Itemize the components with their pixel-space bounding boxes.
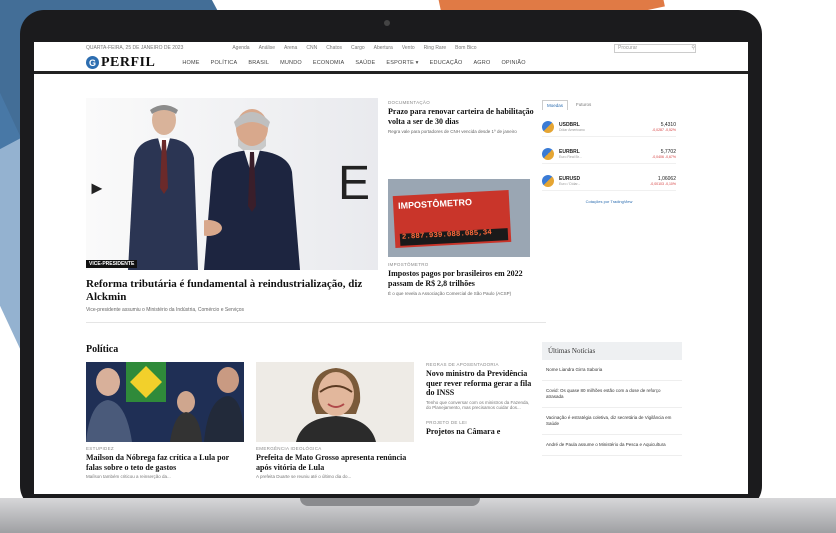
article-title[interactable]: Impostos pagos por brasileiros em 2022 p…	[388, 269, 536, 288]
hero-image[interactable]: ► E	[86, 98, 378, 270]
section-heading[interactable]: Política	[86, 344, 118, 355]
politics-card[interactable]: EMERGÊNCIA IDEOLÓGICA Prefeita de Mato G…	[256, 362, 416, 479]
nav-economia[interactable]: ECONOMIA	[313, 60, 345, 66]
tab-futuros[interactable]: Futuros	[572, 100, 595, 110]
latest-news-heading: Últimas Notícias	[542, 342, 682, 360]
latest-news: Últimas Notícias Nome Liandra Girra Sabo…	[542, 342, 682, 456]
topnav-link[interactable]: Ring Rare	[424, 45, 447, 51]
article-kicker: REGRAS DE APOSENTADORIA	[426, 362, 499, 367]
side-article[interactable]: DOCUMENTAÇÃO Prazo para renovar carteira…	[388, 100, 536, 135]
nav-saude[interactable]: SAÚDE	[355, 60, 375, 66]
article-subtitle: Regra vale para portadores de CNH vencid…	[388, 129, 517, 134]
topnav-link[interactable]: CNN	[306, 45, 317, 51]
article-kicker: EMERGÊNCIA IDEOLÓGICA	[256, 446, 322, 451]
hero-tag[interactable]: VICE-PRESIDENTE	[86, 260, 138, 268]
side-article[interactable]: IMPOSTÔMETRO Impostos pagos por brasilei…	[388, 262, 536, 297]
topnav-link[interactable]: Análise	[259, 45, 275, 51]
nav-agro[interactable]: AGRO	[473, 60, 490, 66]
currency-flag-icon	[542, 174, 554, 187]
search-input[interactable]: Procurar ⚲	[614, 43, 696, 53]
currency-flag-icon	[542, 147, 554, 160]
widget-footer-link[interactable]: Cotações por TradingView	[542, 199, 676, 204]
latest-news-item[interactable]: Vacinação é estratégia coletiva, diz sec…	[542, 408, 682, 435]
article-title[interactable]: Projetos na Câmara e	[426, 427, 534, 437]
backdrop-letter: E	[337, 157, 370, 210]
topnav-link[interactable]: Arena	[284, 45, 297, 51]
nav-brasil[interactable]: BRASIL	[248, 60, 269, 66]
divider	[86, 322, 546, 323]
article-kicker: PROJETO DE LEI	[426, 419, 467, 425]
widget-tabs: Moedas Futuros	[542, 100, 676, 110]
tab-moedas[interactable]: Moedas	[542, 100, 569, 110]
latest-news-item[interactable]: Nome Liandra Girra Saboria	[542, 360, 682, 381]
politics-card[interactable]: ESTUPIDEZ Maílson da Nóbrega faz crítica…	[86, 362, 246, 479]
quote-description: Euro Real Br...	[559, 154, 582, 159]
quote-symbol: EURUSD	[559, 175, 581, 182]
article-title[interactable]: Prazo para renovar carteira de habilitaç…	[388, 107, 536, 126]
backdrop-letter: ►	[88, 178, 106, 198]
nav-home[interactable]: HOME	[182, 60, 199, 66]
market-widget: Moedas Futuros USDBRL Dólar Americano 5,…	[542, 100, 676, 230]
article-photo	[86, 362, 244, 442]
quote-description: Euro / Dólar...	[559, 181, 581, 186]
date-label: QUARTA-FEIRA, 25 DE JANEIRO DE 2023	[86, 45, 184, 51]
quote-row[interactable]: EURUSD Euro / Dólar... 1,06062 -0,00103 …	[542, 171, 676, 191]
topnav-link[interactable]: Bom Bico	[455, 45, 476, 51]
nav-opiniao[interactable]: OPINIÃO	[501, 60, 525, 66]
article-image[interactable]	[86, 362, 244, 442]
article-subtitle: Maílson também criticou a reinserção da.…	[86, 474, 171, 479]
nav-mundo[interactable]: MUNDO	[280, 60, 302, 66]
nav-esporte[interactable]: ESPORTE ▾	[386, 60, 418, 66]
quote-row[interactable]: USDBRL Dólar Americano 5,4310 -0,0287 -0…	[542, 117, 676, 137]
article-subtitle: A prefeita Duarte se reuniu até o último…	[256, 474, 352, 479]
latest-news-item[interactable]: Covid: Os quase 80 milhões estão com a d…	[542, 381, 682, 408]
quote-change: -0,00103 -0,10%	[650, 181, 676, 186]
quote-row[interactable]: EURBRL Euro Real Br... 5,7702 -0,0406 -0…	[542, 144, 676, 164]
nav-politica[interactable]: POLÍTICA	[211, 60, 238, 66]
latest-news-item[interactable]: André de Paula assume o Ministério da Pe…	[542, 435, 682, 456]
laptop-screen: QUARTA-FEIRA, 25 DE JANEIRO DE 2023 Agen…	[34, 42, 748, 494]
impostometro-image[interactable]: IMPOSTÔMETRO 2.887.939.088.085,34	[388, 179, 530, 257]
quote-change: -0,0406 -0,67%	[652, 154, 676, 159]
article-title[interactable]: Prefeita de Mato Grosso apresenta renúnc…	[256, 453, 416, 472]
topnav-link[interactable]: Abertura	[374, 45, 393, 51]
person-figure	[128, 105, 198, 270]
quote-description: Dólar Americano	[559, 127, 585, 132]
article-image[interactable]	[256, 362, 414, 442]
topnav-link[interactable]: Cargo	[351, 45, 365, 51]
person-figure	[204, 109, 300, 270]
quote-change: -0,0287 -0,52%	[652, 127, 676, 132]
top-bar: QUARTA-FEIRA, 25 DE JANEIRO DE 2023 Agen…	[34, 42, 748, 54]
article-subtitle: Tenho que conversar com os ministros da …	[426, 399, 530, 410]
article-kicker: IMPOSTÔMETRO	[388, 262, 429, 267]
nav-educacao[interactable]: EDUCAÇÃO	[430, 60, 463, 66]
article-title[interactable]: Maílson da Nóbrega faz crítica a Lula po…	[86, 453, 246, 472]
hero-headline[interactable]: Reforma tributária é fundamental à reind…	[86, 278, 386, 304]
main-nav: G PERFIL HOME POLÍTICA BRASIL MUNDO ECON…	[34, 54, 748, 74]
hero-subtitle: Vice-presidente assumiu o Ministério da …	[86, 307, 245, 313]
logo-mark: G	[86, 56, 99, 69]
camera-icon	[384, 20, 390, 26]
article-title[interactable]: Novo ministro da Previdência quer rever …	[426, 369, 534, 398]
politics-card[interactable]: REGRAS DE APOSENTADORIA Novo ministro da…	[426, 362, 534, 436]
topnav-link[interactable]: Vento	[402, 45, 415, 51]
topnav-link[interactable]: Agenda	[232, 45, 249, 51]
laptop-notch	[300, 498, 480, 506]
article-photo	[256, 362, 414, 442]
site-logo[interactable]: G PERFIL	[86, 55, 155, 71]
scene: QUARTA-FEIRA, 25 DE JANEIRO DE 2023 Agen…	[0, 0, 836, 533]
laptop-frame: QUARTA-FEIRA, 25 DE JANEIRO DE 2023 Agen…	[20, 10, 762, 510]
currency-flag-icon	[542, 120, 554, 133]
quote-symbol: EURBRL	[559, 148, 580, 155]
logo-text: PERFIL	[101, 54, 156, 70]
search-icon[interactable]: ⚲	[691, 45, 695, 51]
topnav-link[interactable]: Chatos	[326, 45, 342, 51]
article-kicker: DOCUMENTAÇÃO	[388, 100, 431, 105]
search-placeholder: Procurar	[618, 45, 638, 51]
article-subtitle: É o que revela a Associação Comercial de…	[388, 291, 512, 296]
article-kicker: ESTUPIDEZ	[86, 446, 114, 451]
